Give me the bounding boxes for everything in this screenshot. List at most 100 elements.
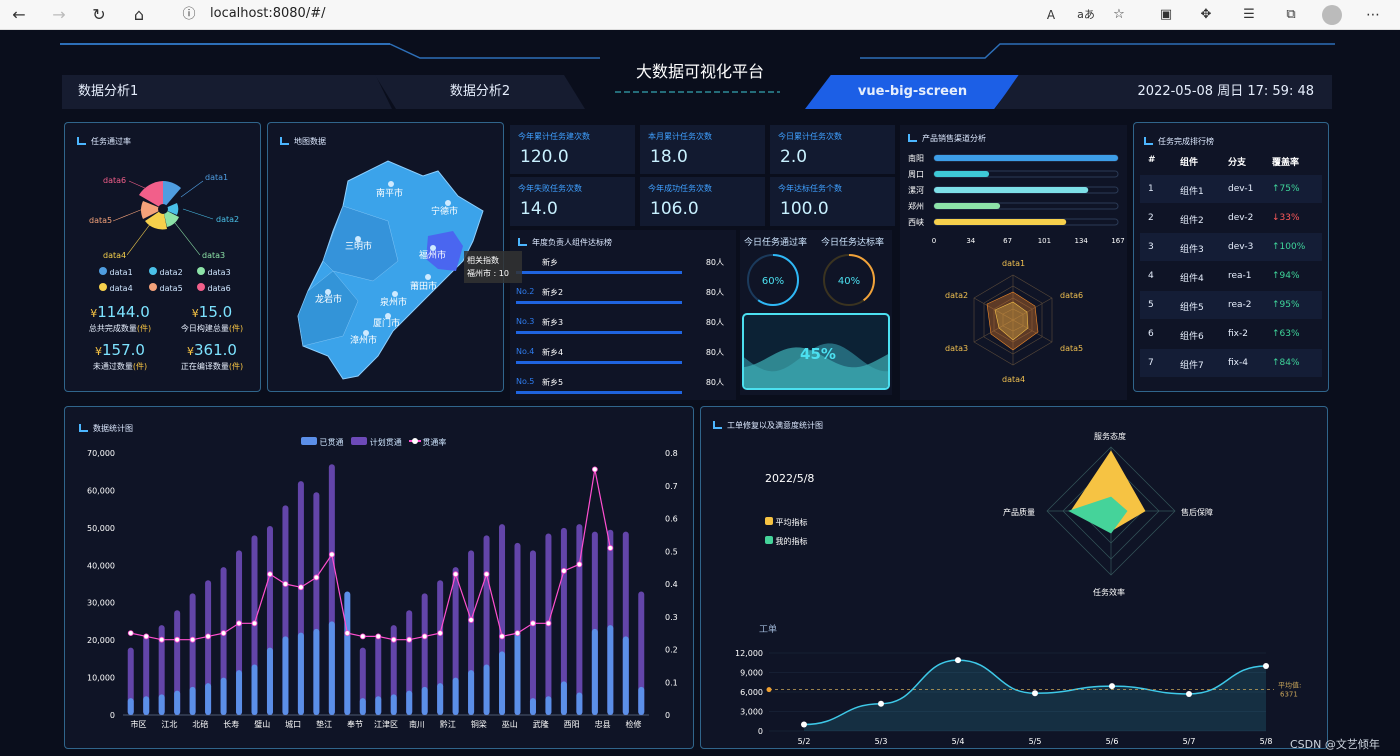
line-point [1186, 690, 1192, 697]
line-x-tick: 5/7 [1183, 737, 1196, 746]
bar-completed [189, 686, 196, 715]
bar-completed [529, 698, 536, 715]
ranking-row: No.5 新乡5 80人 [516, 374, 730, 400]
y2-tick-label: 0.2 [665, 646, 678, 655]
x-tick-label: 武隆 [533, 719, 549, 729]
forward-icon[interactable]: → [48, 4, 70, 26]
table-row[interactable]: 7 组件7 fix-4 ↑84% [1140, 349, 1322, 377]
rate-line [130, 469, 611, 641]
bar-completed [297, 632, 304, 715]
line-point [878, 700, 884, 707]
line-chart-icon [1144, 137, 1153, 145]
table-row[interactable]: 4 组件4 rea-1 ↑94% [1140, 262, 1322, 290]
channel-bar [934, 155, 1118, 161]
tab-data-analysis-2[interactable]: 数据分析2 [375, 75, 585, 109]
rose-label-1: data1 [205, 173, 228, 182]
table-row[interactable]: 3 组件3 dev-3 ↑100% [1140, 233, 1322, 261]
x-tick-label: 江北 [161, 720, 177, 729]
rate-point [158, 636, 165, 643]
rate-point [189, 636, 196, 643]
x-tick-label: 酉阳 [564, 720, 580, 729]
line-point [1032, 690, 1038, 697]
channel-city-label: 漯河 [908, 185, 924, 195]
table-cell: 组件7 [1180, 361, 1204, 371]
collections-icon[interactable]: ▣ [1155, 4, 1177, 26]
x-tick-label: 巫山 [502, 719, 518, 729]
ranking-bar [516, 331, 682, 334]
line-point [801, 721, 807, 728]
ranking-value: 80人 [705, 258, 724, 267]
table-row[interactable]: 6 组件6 fix-2 ↑63% [1140, 320, 1322, 348]
extensions-icon[interactable]: ✥ [1195, 4, 1217, 26]
line-y-tick: 12,000 [735, 649, 763, 658]
ranking-name: 新乡3 [542, 318, 564, 327]
rate-point [127, 630, 134, 637]
bar-completed [545, 696, 552, 715]
rose-label-6: data6 [103, 176, 126, 185]
ranking-row: No.3 新乡3 80人 [516, 314, 730, 340]
reach-rate-label: 今日任务达标率 [821, 238, 885, 248]
line-y-tick: 3,000 [740, 708, 763, 717]
y2-tick-label: 0.8 [665, 449, 678, 458]
table-cell: 5 [1148, 300, 1154, 310]
stat-today-build: 15.0 [198, 303, 233, 321]
add-favorite-icon[interactable]: ☆ [1108, 4, 1130, 26]
table-cell: dev-3 [1228, 242, 1254, 252]
line-y-tick: 9,000 [740, 669, 763, 678]
ranking-name: 新乡5 [542, 378, 564, 387]
page-title: 大数据可视化平台 [635, 62, 764, 81]
line-point [955, 657, 961, 664]
rate-point [437, 630, 444, 637]
favorites-icon[interactable]: ☰ [1238, 4, 1260, 26]
city-putian: 莆田市 [410, 280, 437, 292]
table-cell: 2 [1148, 213, 1154, 223]
ranking-name: 新乡4 [542, 348, 564, 357]
table-header-cell: 组件 [1180, 158, 1199, 168]
avg-value: 6371 [1280, 691, 1298, 699]
rate-point [514, 630, 521, 637]
tab-data-analysis-1[interactable]: 数据分析1 [62, 75, 392, 109]
stat-not-passed: 157.0 [102, 341, 145, 359]
data-stats-panel: 数据统计图 已贯通 计划贯通 贯通率 0 10,000 20,000 30,000 40… [64, 406, 694, 749]
table-row[interactable]: 5 组件5 rea-2 ↑95% [1140, 291, 1322, 319]
address-bar[interactable]: localhost:8080/#/ [210, 6, 325, 21]
y2-tick-label: 0.3 [665, 613, 678, 622]
x-tick-label: 南川 [409, 719, 425, 729]
more-icon[interactable]: ⋯ [1362, 4, 1384, 26]
channel-radar-label-1: data1 [1002, 259, 1025, 268]
y2-tick-label: 0 [665, 711, 670, 720]
home-icon[interactable]: ⌂ [128, 4, 150, 26]
translate-icon[interactable]: aあ [1075, 4, 1097, 26]
table-cell: 6 [1148, 329, 1154, 339]
bar-completed [328, 621, 335, 715]
y-tick-label: 60,000 [87, 486, 115, 495]
table-header-cell: # [1148, 155, 1156, 165]
channel-title: 产品销售渠道分析 [922, 134, 986, 143]
tabs-icon[interactable]: ⧉ [1280, 4, 1302, 26]
back-icon[interactable]: ← [8, 4, 30, 26]
watermark: CSDN @文艺倾年 [1290, 738, 1380, 751]
table-row[interactable]: 1 组件1 dev-1 ↑75% [1140, 175, 1322, 203]
tab-vue-big-screen[interactable]: vue-big-screen [805, 75, 1020, 109]
x-tick-label: 璧山 [254, 719, 270, 729]
line-y-tick: 0 [758, 727, 763, 736]
table-cell: ↑94% [1272, 271, 1300, 281]
bar-completed [205, 683, 212, 715]
city-xiamen: 厦门市 [373, 317, 400, 329]
x-tick-label: 铜梁 [471, 719, 487, 729]
bar-completed [638, 686, 645, 715]
info-icon[interactable]: ⓘ [178, 4, 200, 26]
rate-gauges: 60% 40% [747, 254, 875, 306]
city-nanping: 南平市 [376, 187, 403, 199]
table-cell: 组件6 [1180, 332, 1204, 342]
reload-icon[interactable]: ↻ [88, 4, 110, 26]
map-panel: 地图数据 南平市 宁德市 三明市 福州市 莆田市 龙岩市 泉州市 厦门市 漳州市… [267, 122, 522, 392]
bar-completed [483, 664, 490, 715]
table-row[interactable]: 2 组件2 dev-2 ↓33% [1140, 204, 1322, 232]
city-zhangzhou: 漳州市 [350, 334, 377, 346]
stat-total-complete: 1144.0 [97, 303, 150, 321]
profile-avatar[interactable] [1322, 5, 1342, 25]
table-cell: ↑100% [1272, 242, 1306, 252]
read-aloud-icon[interactable]: A [1040, 4, 1062, 26]
table-cell: 3 [1148, 242, 1154, 252]
